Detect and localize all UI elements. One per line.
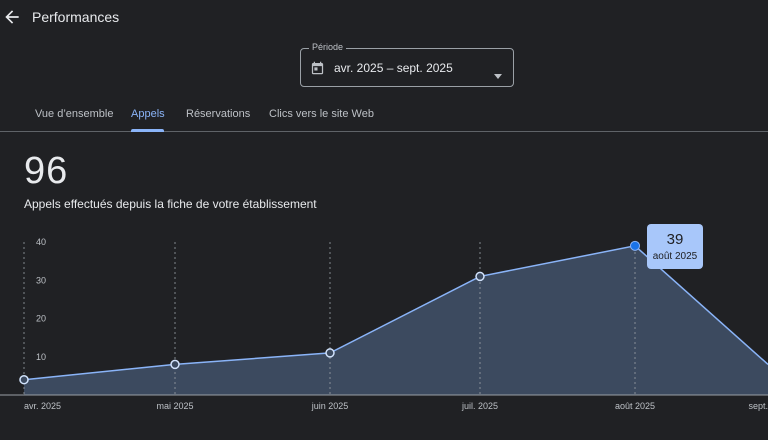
top-bar: Performances [0,0,768,36]
y-tick-20: 20 [36,314,46,324]
data-point-1 [170,359,180,370]
tab-website-clicks[interactable]: Clics vers le site Web [269,108,374,120]
data-point-2 [325,348,335,358]
x-tick-1: mai 2025 [156,401,193,411]
x-tick-2: juin 2025 [311,401,349,411]
tab-bookings[interactable]: Réservations [186,108,250,120]
y-tick-10: 10 [36,352,46,362]
period-label: Période [309,42,347,52]
calendar-icon [310,60,325,76]
x-tick-3: juil. 2025 [461,401,498,411]
tooltip-date: août 2025 [652,251,698,262]
y-tick-30: 30 [36,275,46,285]
active-tab-indicator [131,129,164,132]
data-point-0 [19,374,29,385]
x-tick-0: avr. 2025 [24,401,61,411]
tab-calls[interactable]: Appels [131,108,165,120]
period-selector[interactable]: Période avr. 2025 – sept. 2025 [300,42,514,87]
x-tick-4: août 2025 [615,401,655,411]
data-point-highlight [630,240,640,251]
total-calls-value: 96 [24,150,69,192]
chart-tooltip: 39 août 2025 [647,224,703,269]
data-point-3 [475,271,485,282]
tooltip-value: 39 [666,231,684,248]
tab-overview[interactable]: Vue d’ensemble [35,108,113,120]
tab-bar: Vue d’ensemble Appels Réservations Clics… [0,100,768,132]
period-value: avr. 2025 – sept. 2025 [334,61,453,75]
y-tick-40: 40 [36,237,46,247]
arrow-back-icon [5,10,19,24]
x-tick-5: sept. [748,401,768,411]
page-title: Performances [32,9,120,25]
total-calls-description: Appels effectués depuis la fiche de votr… [24,197,317,211]
back-button[interactable] [2,7,22,27]
caret-down-icon [494,66,502,79]
